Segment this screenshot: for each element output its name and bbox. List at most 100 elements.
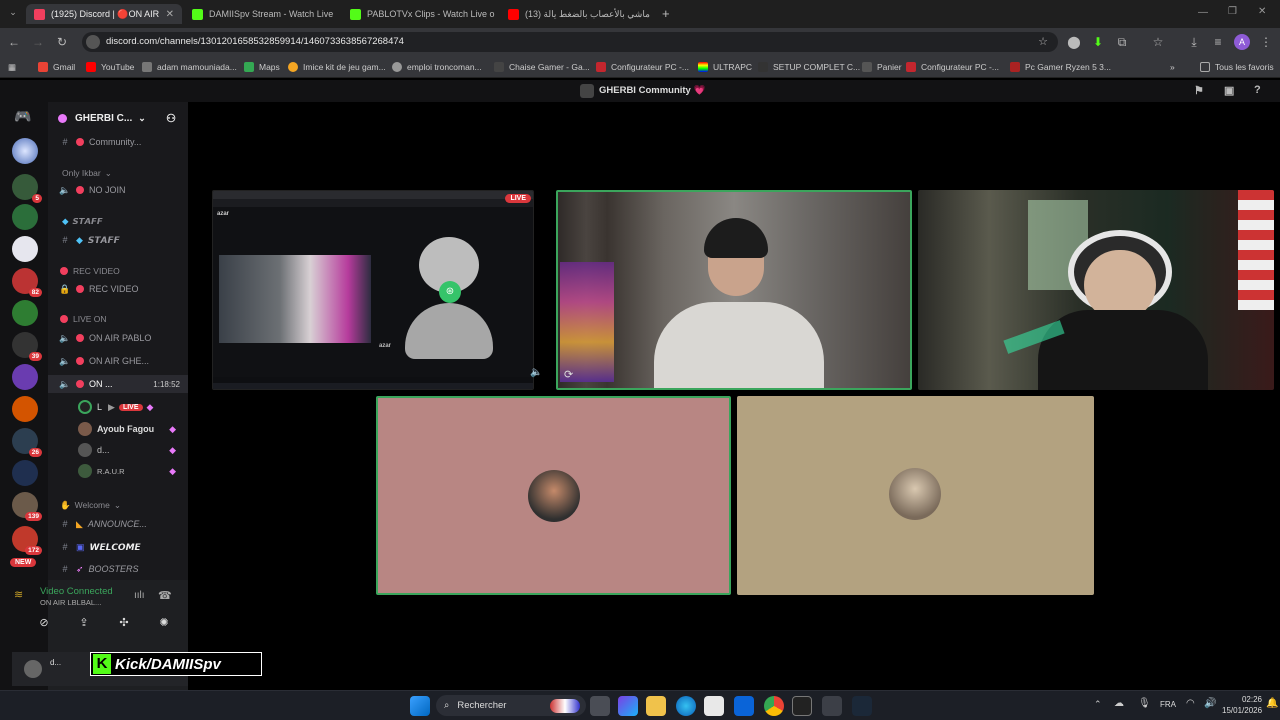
reload-icon[interactable]: ↻ — [54, 34, 70, 50]
bookmark-youtube[interactable]: YouTube — [86, 60, 134, 74]
help-icon[interactable]: ? — [1254, 84, 1261, 96]
store-icon[interactable] — [704, 696, 724, 716]
forward-icon[interactable]: → — [30, 34, 46, 50]
favorites-icon[interactable]: ☆ — [1150, 34, 1166, 50]
server-icon[interactable]: 139 — [12, 492, 42, 521]
channel-on-air-ghe[interactable]: 🔈 ON AIR GHE... — [48, 352, 188, 370]
bookmark-imice[interactable]: Imice kit de jeu gam... — [288, 60, 386, 74]
microphone-icon[interactable]: 🎙 — [1138, 698, 1151, 709]
copilot-icon[interactable] — [618, 696, 638, 716]
profile-avatar[interactable]: A — [1234, 34, 1250, 50]
close-icon[interactable]: ✕ — [160, 9, 174, 20]
channel-rec-video[interactable]: 🔒 REC VIDEO — [48, 280, 188, 298]
server-icon[interactable] — [12, 138, 38, 164]
more-bookmarks-icon[interactable]: » — [1170, 60, 1175, 74]
voice-user-2[interactable]: Ayoub Fagou ◆ — [48, 420, 188, 438]
bookmark-gmail[interactable]: Gmail — [38, 60, 75, 74]
avatar-tile-tan[interactable] — [737, 396, 1094, 595]
channel-community[interactable]: # Community... — [48, 133, 188, 151]
screen-share-tile[interactable]: azar ⊛ azar LIVE — [212, 190, 534, 390]
avatar[interactable] — [24, 660, 42, 678]
chrome-icon[interactable] — [764, 696, 784, 716]
all-bookmarks[interactable]: Tous les favoris — [1200, 60, 1274, 74]
add-member-icon[interactable]: ⚇ — [166, 112, 176, 125]
server-icon[interactable] — [12, 460, 38, 486]
server-icon[interactable] — [12, 204, 38, 230]
file-explorer-icon[interactable] — [646, 696, 666, 716]
steam-icon[interactable] — [852, 696, 872, 716]
app-icon[interactable] — [792, 696, 812, 716]
close-icon[interactable]: ✕ — [495, 9, 498, 20]
channel-staff[interactable]: # ◆ 𝙎𝙏𝘼𝙁𝙁 — [48, 231, 188, 249]
voice-user-3[interactable]: d... ◆ — [48, 441, 188, 459]
edge-icon[interactable] — [676, 696, 696, 716]
taskbar-search[interactable]: ⌕ Rechercher — [436, 695, 586, 716]
tab-damiispv[interactable]: DAMIISpv Stream - Watch Live ✕ — [184, 4, 340, 24]
media-icon[interactable]: ≡ — [1210, 34, 1226, 50]
close-window-icon[interactable]: ✕ — [1258, 6, 1266, 17]
channel-announce[interactable]: # ◣ ANNOUNCE... — [48, 515, 188, 533]
soundboard-icon[interactable]: ✺ — [159, 616, 168, 629]
bookmark-adam[interactable]: adam mamouniada... — [142, 60, 237, 74]
voice-user-1[interactable]: L ▶ LIVE ◆ — [48, 398, 188, 416]
tab-youtube[interactable]: (13) ماشي بالأعصاب بالضغط يالة ✕ — [500, 4, 656, 24]
volume-icon[interactable]: 🔈 — [530, 367, 542, 378]
tray-chevron-icon[interactable]: ⌃ — [1094, 699, 1102, 710]
mail-icon[interactable] — [734, 696, 754, 716]
server-header[interactable]: GHERBI C... ⌄ ⚇ — [58, 110, 176, 126]
discord-home-icon[interactable]: 🎮 — [14, 108, 31, 125]
close-icon[interactable]: ✕ — [333, 9, 340, 20]
activities-icon[interactable]: ✣ — [119, 616, 128, 629]
channel-welcome[interactable]: # ▣ 𝙒𝙀𝙇𝘾𝙊𝙈𝙀 — [48, 538, 188, 556]
maximize-icon[interactable]: ❐ — [1228, 6, 1237, 17]
bookmark-star-icon[interactable]: ☆ — [1038, 32, 1048, 52]
url-bar[interactable]: discord.com/channels/1301201658532859914… — [82, 32, 1058, 52]
server-icon[interactable] — [12, 236, 38, 262]
bookmark-panier[interactable]: Panier — [862, 60, 902, 74]
menu-kebab-icon[interactable]: ⋮ — [1258, 34, 1274, 50]
extensions-puzzle-icon[interactable]: ⧉ — [1114, 34, 1130, 50]
inbox-icon[interactable]: ⚑ — [1194, 84, 1204, 97]
category-only[interactable]: Only Ikbar ⌄ — [48, 164, 188, 182]
task-view-icon[interactable] — [590, 696, 610, 716]
bookmark-config1[interactable]: Configurateur PC -... — [596, 60, 689, 74]
server-icon[interactable]: 82 — [12, 268, 42, 297]
server-icon[interactable]: 172 — [12, 526, 42, 555]
tab-discord[interactable]: (1925) Discord | 🔴ON AIR ✕ — [26, 4, 182, 24]
clock[interactable]: 02:26 15/01/2026 — [1222, 694, 1262, 716]
obs-icon[interactable] — [822, 696, 842, 716]
bookmark-chaise[interactable]: Chaise Gamer - Ga... — [494, 60, 590, 74]
volume-icon[interactable]: 🔊 — [1204, 698, 1216, 709]
bookmark-emploi[interactable]: emploi troncoman... — [392, 60, 482, 74]
wifi-icon[interactable]: ◠ — [1186, 698, 1195, 709]
server-icon[interactable] — [12, 396, 38, 422]
avatar-tile-rose[interactable] — [376, 396, 731, 595]
category-live[interactable]: LIVE ON — [48, 310, 188, 328]
category-rec[interactable]: REC VIDEO — [48, 262, 188, 280]
bookmark-maps[interactable]: Maps — [244, 60, 280, 74]
video-tile-streamer[interactable] — [918, 190, 1274, 390]
server-icon[interactable]: 26 — [12, 428, 42, 457]
server-icon[interactable]: 5 — [12, 174, 42, 203]
minimize-icon[interactable]: — — [1198, 7, 1208, 18]
start-icon[interactable] — [410, 696, 430, 716]
bookmark-ultrapc[interactable]: ULTRAPC — [698, 60, 752, 74]
channel-on-active[interactable]: 🔈 ON ... 1:18:52 — [48, 375, 188, 393]
bookmark-config2[interactable]: Configurateur PC -... — [906, 60, 999, 74]
noise-suppression-icon[interactable]: ıılı — [134, 590, 145, 601]
server-icon[interactable] — [12, 364, 38, 390]
channel-on-air-pablo[interactable]: 🔈 ON AIR PABLO — [48, 329, 188, 347]
site-info-icon[interactable] — [86, 35, 100, 49]
video-tile-speaker[interactable]: ⟳ — [556, 190, 912, 390]
bookmark-setup[interactable]: SETUP COMPLET C... — [758, 60, 860, 74]
tab-list-icon[interactable]: ⌄ — [6, 7, 20, 21]
voice-user-4[interactable]: R.A.U.R ◆ — [48, 462, 188, 480]
language-indicator[interactable]: FRA — [1160, 700, 1176, 709]
screen-share-icon[interactable]: ⇪ — [79, 616, 88, 629]
downloads-icon[interactable]: ⤓ — [1186, 34, 1202, 50]
new-tab-icon[interactable]: + — [662, 6, 670, 21]
apps-grid-icon[interactable]: ▦ — [8, 60, 16, 74]
tab-pablotvx[interactable]: PABLOTVx Clips - Watch Live o ✕ — [342, 4, 498, 24]
category-welcome[interactable]: ✋ Welcome ⌄ — [48, 496, 188, 514]
category-staff[interactable]: ◆ 𝙎𝙏𝘼𝙁𝙁 — [48, 212, 188, 230]
